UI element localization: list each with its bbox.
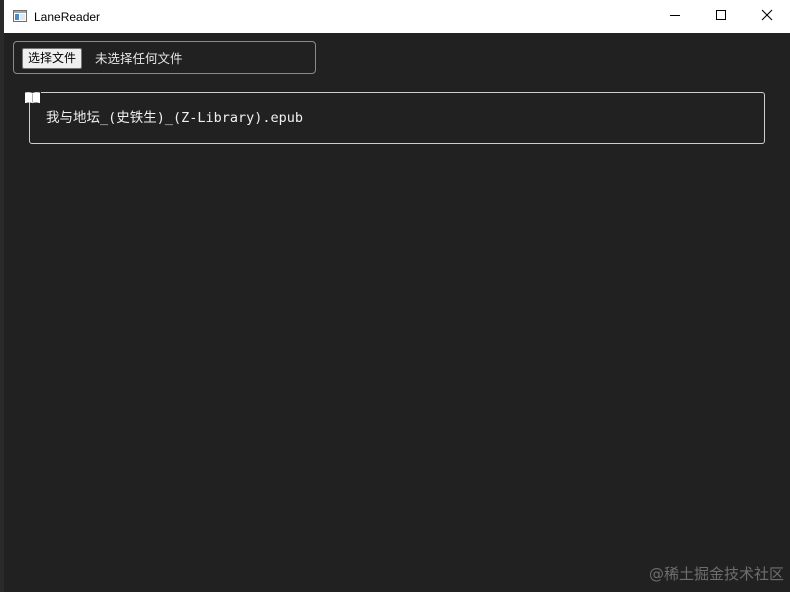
book-filename: 我与地坛_(史铁生)_(Z-Library).epub — [46, 110, 304, 126]
choose-file-button[interactable]: 选择文件 — [22, 48, 83, 69]
maximize-icon — [715, 9, 727, 24]
book-open-icon — [24, 89, 41, 104]
watermark: @稀土掘金技术社区 — [648, 565, 784, 583]
title-bar[interactable]: LaneReader — [4, 0, 790, 33]
list-item[interactable]: 我与地坛_(史铁生)_(Z-Library).epub — [29, 92, 765, 144]
minimize-button[interactable] — [652, 0, 698, 33]
app-window: LaneReader 选择文件 未选择任何文件 我与地坛_(史铁生)_(Z-Li… — [4, 0, 790, 592]
window-title: LaneReader — [34, 10, 101, 24]
close-icon — [761, 9, 773, 24]
file-status-text: 未选择任何文件 — [95, 51, 183, 66]
window-app-icon — [13, 10, 27, 22]
maximize-button[interactable] — [698, 0, 744, 33]
close-button[interactable] — [744, 0, 790, 33]
minimize-icon — [669, 9, 681, 24]
file-input[interactable]: 选择文件 未选择任何文件 — [13, 41, 316, 74]
